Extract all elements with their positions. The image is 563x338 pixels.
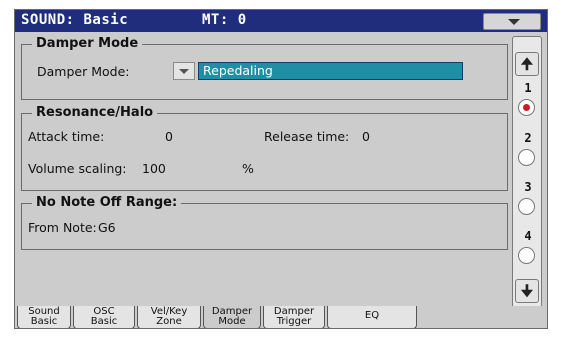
volume-scaling-unit: % [242, 161, 254, 176]
chevron-down-icon [508, 19, 520, 25]
arrow-down-icon: 🠋 [520, 282, 534, 300]
tab-damper-trigger[interactable]: Damper Trigger [263, 306, 325, 328]
page-title: SOUND: Basic [21, 12, 129, 28]
page-number-1: 1 [524, 81, 532, 95]
from-note-label: From Note: [28, 220, 97, 235]
tab-vel-key-zone[interactable]: Vel/Key Zone [137, 306, 201, 328]
tab-bar: Sound Basic OSC Basic Vel/Key Zone Dampe… [15, 306, 547, 328]
damper-mode-value-field[interactable]: Repedaling [198, 62, 463, 80]
tab-label-line2: Zone [156, 316, 182, 327]
resonance-halo-panel [21, 113, 508, 191]
selected-dot-icon [523, 104, 530, 111]
tab-sound-basic[interactable]: Sound Basic [17, 306, 71, 328]
page-number-4: 4 [524, 229, 532, 243]
tab-label-line2: Basic [30, 316, 58, 327]
volume-scaling-label: Volume scaling: [28, 161, 127, 176]
attack-time-value[interactable]: 0 [165, 129, 173, 144]
mt-indicator: MT: 0 [202, 12, 247, 28]
tab-eq[interactable]: EQ [327, 306, 417, 328]
chevron-down-icon [179, 69, 189, 74]
page-number-2: 2 [524, 131, 532, 145]
page-scrollbar[interactable]: 🠉 1 2 3 4 🠋 [512, 36, 542, 308]
from-note-value[interactable]: G6 [98, 220, 116, 235]
no-note-off-legend: No Note Off Range: [32, 195, 182, 210]
tab-damper-mode[interactable]: Damper Mode [203, 306, 261, 328]
page-radio-3[interactable] [518, 198, 535, 215]
tab-label-line2: Trigger [276, 316, 312, 327]
scroll-up-button[interactable]: 🠉 [515, 52, 539, 76]
tab-label-line2: Mode [218, 316, 246, 327]
tab-label-line2: Basic [90, 316, 118, 327]
damper-mode-legend: Damper Mode [32, 36, 143, 51]
tab-label-line1: EQ [364, 310, 380, 321]
scroll-down-button[interactable]: 🠋 [515, 279, 539, 303]
arrow-up-icon: 🠉 [520, 55, 534, 73]
sound-editor-window: SOUND: Basic MT: 0 Damper Mode Damper Mo… [14, 9, 548, 329]
release-time-label: Release time: [264, 129, 350, 144]
attack-time-label: Attack time: [28, 129, 105, 144]
page-radio-4[interactable] [518, 247, 535, 264]
page-menu-button[interactable] [483, 13, 541, 30]
volume-scaling-value[interactable]: 100 [142, 161, 166, 176]
tab-osc-basic[interactable]: OSC Basic [73, 306, 135, 328]
page-radio-1[interactable] [518, 99, 535, 116]
release-time-value[interactable]: 0 [362, 129, 370, 144]
title-bar: SOUND: Basic MT: 0 [15, 10, 547, 32]
resonance-halo-legend: Resonance/Halo [32, 105, 158, 120]
damper-mode-dropdown-button[interactable] [173, 62, 195, 80]
page-number-3: 3 [524, 180, 532, 194]
damper-mode-label: Damper Mode: [37, 64, 130, 79]
page-radio-2[interactable] [518, 149, 535, 166]
